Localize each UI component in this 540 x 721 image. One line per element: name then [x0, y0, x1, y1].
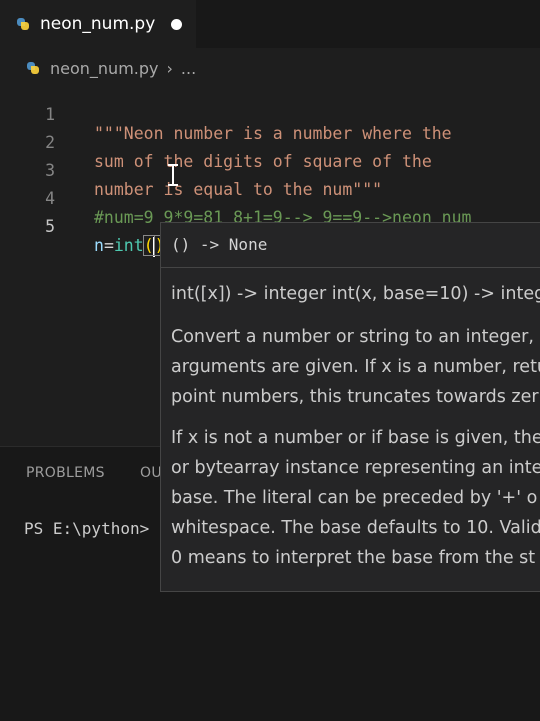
mouse-ibeam-icon: [168, 164, 178, 186]
code-operator: =: [103, 236, 114, 255]
python-file-icon: [26, 61, 40, 75]
python-file-icon: [16, 17, 30, 31]
doc-line: or bytearray instance representing an in…: [171, 458, 540, 478]
breadcrumb-more[interactable]: ...: [181, 59, 196, 78]
code-line-active: 5 n=int(): [0, 194, 540, 257]
code-text: n=int(): [94, 232, 166, 260]
code-variable: n: [94, 236, 104, 255]
breadcrumb: neon_num.py › ...: [0, 54, 196, 82]
code-line: 3 number is equal to the num""": [0, 138, 540, 199]
unsaved-dot-icon[interactable]: [171, 18, 183, 30]
doc-line: base. The literal can be preceded by '+'…: [171, 488, 538, 508]
tab-bar: neon_num.py: [0, 0, 540, 48]
doc-line: 0 means to interpret the base from the s…: [171, 548, 536, 568]
hover-tooltip[interactable]: () -> None int([x]) -> integer int(x, ba…: [160, 222, 540, 592]
doc-line: whitespace. The base defaults to 10. Val…: [171, 518, 540, 538]
divider: [161, 267, 540, 268]
doc-line: arguments are given. If x is a number, r…: [171, 357, 540, 377]
line-number: 5: [45, 217, 55, 236]
doc-line: Convert a number or string to an integer…: [171, 327, 534, 347]
terminal-prompt[interactable]: PS E:\python>: [24, 519, 149, 538]
breadcrumb-file[interactable]: neon_num.py: [50, 59, 159, 78]
code-function: int: [113, 236, 144, 255]
code-line: 4 #num=9 9*9=81 8+1=9--> 9==9-->neon num: [0, 166, 540, 227]
chevron-right-icon: ›: [166, 58, 173, 78]
doc-line: If x is not a number or if base is given…: [171, 428, 540, 448]
doc-usage: int([x]) -> integer int(x, base=10) -> i…: [171, 284, 540, 304]
code-line: 2 sum of the digits of square of the: [0, 110, 540, 171]
tab-output[interactable]: OU: [140, 465, 162, 481]
editor-tab-neon-num[interactable]: neon_num.py: [0, 0, 196, 48]
tab-title: neon_num.py: [40, 14, 156, 34]
signature-text: () -> None: [171, 235, 268, 254]
doc-line: point numbers, this truncates towards ze…: [171, 387, 539, 407]
code-line: 1 """Neon number is a number where the: [0, 82, 540, 143]
tab-problems[interactable]: PROBLEMS: [26, 465, 105, 481]
